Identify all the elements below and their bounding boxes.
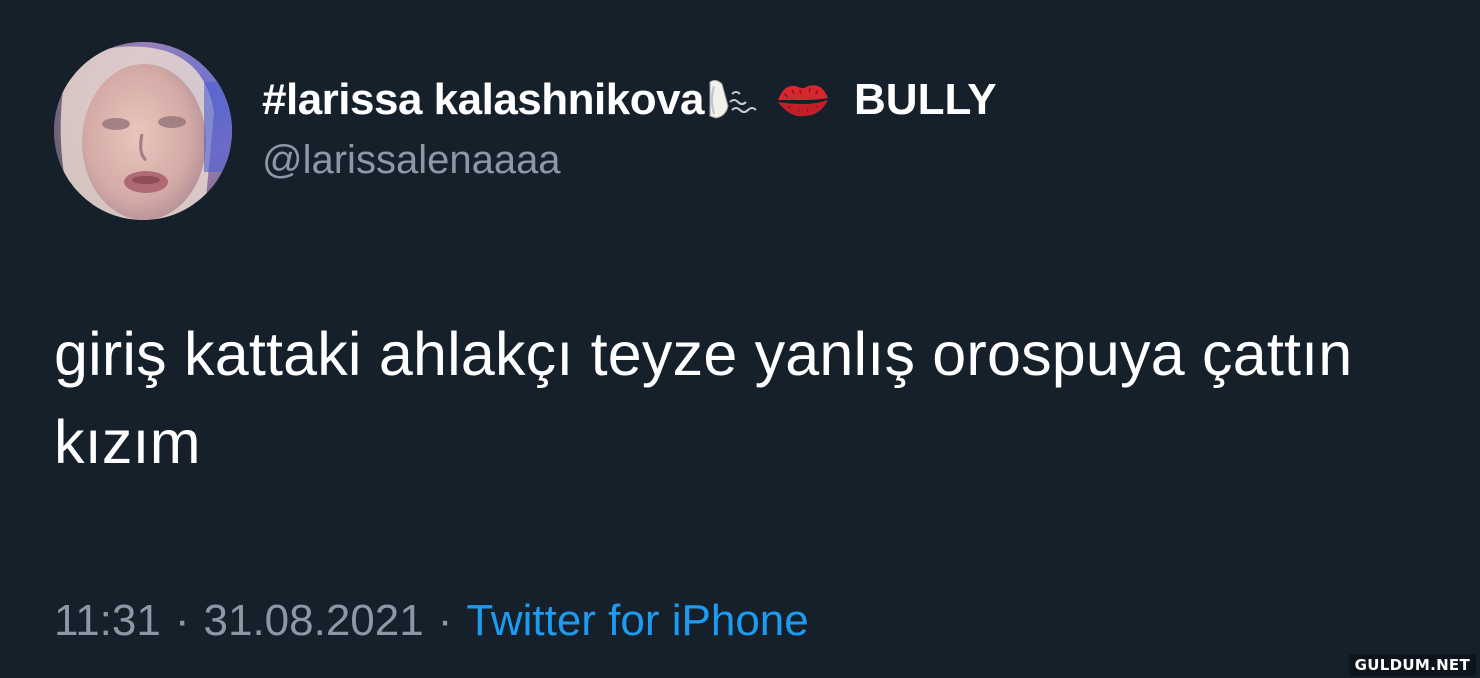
nose-steam-icon <box>706 76 760 124</box>
kiss-mark-icon <box>774 78 832 122</box>
tweet-time[interactable]: 11:31 <box>54 596 161 646</box>
name-suffix: BULLY <box>854 75 997 124</box>
tweet-card: #larissa kalashnikova BULLY @larissalena… <box>0 0 1480 678</box>
meta-separator: · <box>174 596 190 645</box>
tweet-meta: 11:31 · 31.08.2021 · Twitter for iPhone <box>54 596 809 646</box>
site-watermark: GULDUM.NET <box>1348 654 1476 676</box>
avatar[interactable] <box>54 42 232 220</box>
avatar-photo <box>54 42 232 220</box>
tweet-text: giriş kattaki ahlakçı teyze yanlış orosp… <box>54 320 1353 476</box>
user-handle[interactable]: @larissalenaaaa <box>262 138 561 183</box>
tweet-date[interactable]: 31.08.2021 <box>204 596 424 646</box>
name-row: #larissa kalashnikova BULLY <box>262 72 997 128</box>
meta-separator: · <box>437 596 453 645</box>
tweet-source-link[interactable]: Twitter for iPhone <box>466 596 808 646</box>
display-name[interactable]: #larissa kalashnikova <box>262 75 705 125</box>
